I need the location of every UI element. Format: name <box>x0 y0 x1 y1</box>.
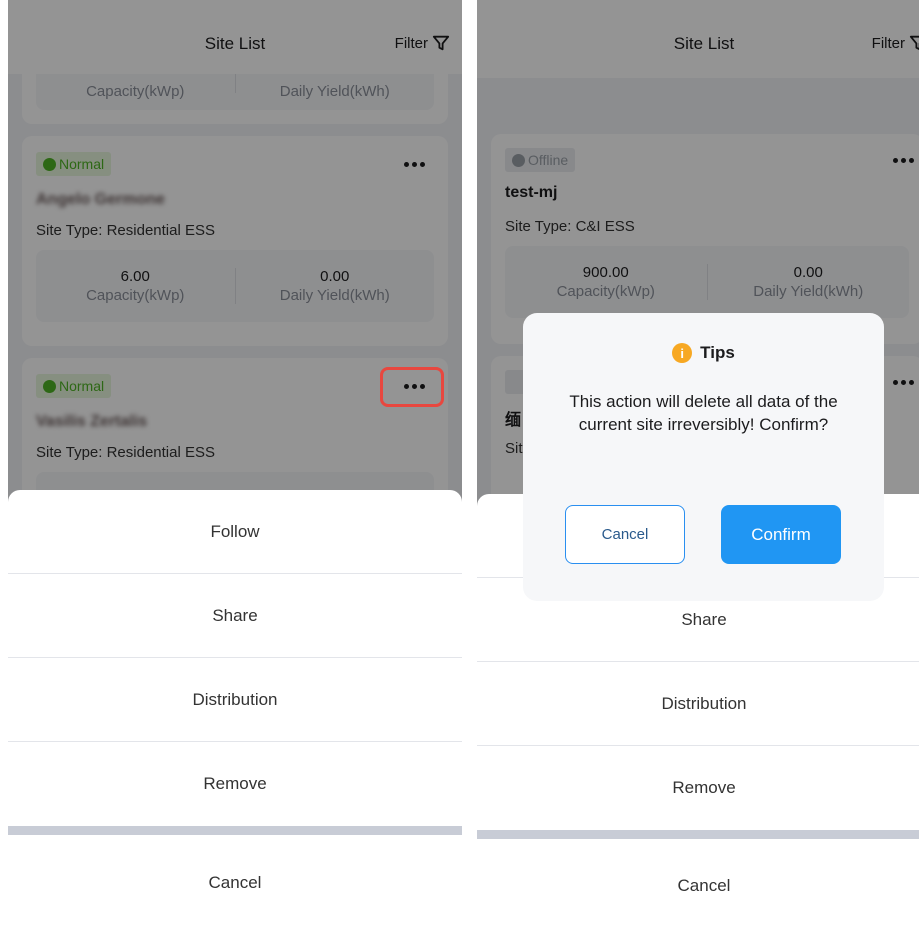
action-cancel[interactable]: Cancel <box>8 835 462 931</box>
action-follow[interactable]: Follow <box>8 490 462 574</box>
right-screen: Site List Filter Offline test-mj Site Ty… <box>477 0 919 936</box>
action-remove[interactable]: Remove <box>477 746 919 830</box>
sheet-divider <box>8 826 462 835</box>
confirm-dialog: i Tips This action will delete all data … <box>523 313 884 601</box>
sheet-divider <box>477 830 919 839</box>
left-screen: Site List Filter Capacity(kWp) Daily Yie… <box>8 0 462 936</box>
action-share[interactable]: Share <box>8 574 462 658</box>
dialog-confirm-button[interactable]: Confirm <box>721 505 841 564</box>
dialog-cancel-button[interactable]: Cancel <box>565 505 685 564</box>
more-button-highlight <box>380 367 444 407</box>
action-distribution[interactable]: Distribution <box>477 662 919 746</box>
info-icon: i <box>672 343 693 363</box>
action-distribution[interactable]: Distribution <box>8 658 462 742</box>
action-remove[interactable]: Remove <box>8 742 462 826</box>
dialog-message: This action will delete all data of the … <box>569 392 838 434</box>
action-sheet: Follow Share Distribution Remove Cancel <box>8 490 462 936</box>
dialog-title: i Tips <box>523 343 884 363</box>
action-cancel[interactable]: Cancel <box>477 839 919 933</box>
